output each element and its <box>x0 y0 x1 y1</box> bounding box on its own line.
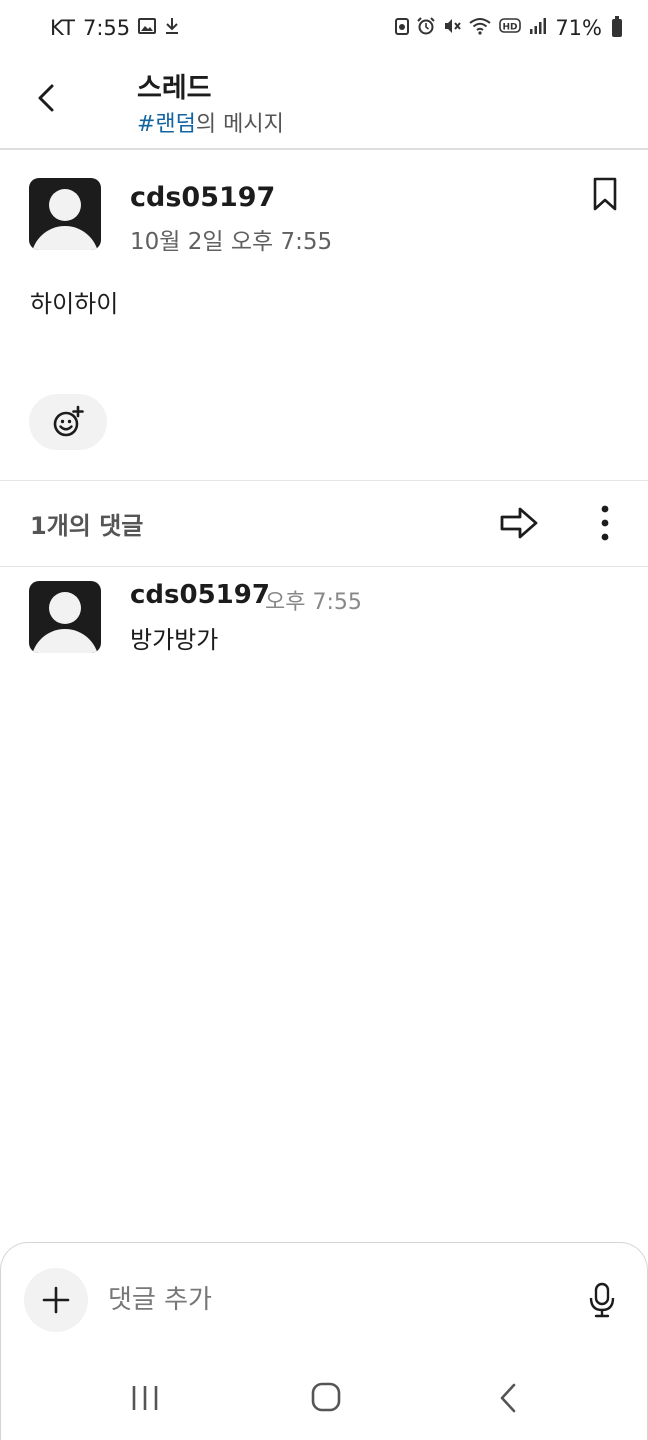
bookmark-button[interactable] <box>590 176 620 212</box>
back-arrow-icon <box>38 84 54 112</box>
system-back-button[interactable] <box>496 1382 520 1414</box>
message-body: 하이하이 <box>30 290 119 318</box>
add-reaction-icon <box>53 405 84 437</box>
signal-icon <box>529 17 547 40</box>
back-button[interactable] <box>28 78 68 118</box>
header-subtitle: #랜덤의 메시지 <box>137 106 284 138</box>
hd-voice-icon: HD <box>499 17 522 40</box>
share-button[interactable] <box>498 502 540 544</box>
microphone-icon <box>589 1282 615 1318</box>
message-timestamp: 10월 2일 오후 7:55 <box>130 229 333 255</box>
back-chevron-icon <box>500 1383 516 1413</box>
gallery-notification-icon <box>138 17 157 40</box>
avatar[interactable] <box>29 178 101 250</box>
battery-icon <box>612 16 622 37</box>
alarm-icon <box>417 16 436 40</box>
status-right: HD 71% <box>395 16 622 40</box>
divider <box>0 480 648 481</box>
wifi-icon <box>469 17 491 40</box>
reply-input[interactable] <box>108 1278 558 1322</box>
clock: 7:55 <box>82 16 131 40</box>
subtitle-suffix: 의 메시지 <box>195 112 284 137</box>
avatar[interactable] <box>29 581 101 653</box>
message-author[interactable]: cds05197 <box>130 182 275 213</box>
more-vertical-icon <box>601 505 609 541</box>
download-notification-icon <box>164 17 180 40</box>
bookmark-icon <box>593 177 617 211</box>
recent-apps-icon <box>132 1386 158 1410</box>
reply-body: 방가방가 <box>130 626 219 654</box>
status-left: KT 7:55 <box>50 16 180 40</box>
reply-timestamp: 오후 7:55 <box>265 590 362 615</box>
carrier-label: KT <box>50 16 75 40</box>
share-arrow-icon <box>500 507 538 539</box>
battery-percent: 71% <box>555 16 602 40</box>
status-bar: KT 7:55 HD 71% <box>0 0 648 60</box>
more-options-button[interactable] <box>590 502 620 544</box>
mute-icon <box>443 17 462 40</box>
divider <box>0 566 648 567</box>
replies-count: 1개의 댓글 <box>30 512 144 540</box>
channel-link[interactable]: #랜덤 <box>137 112 196 137</box>
home-icon <box>311 1382 341 1412</box>
add-reaction-button[interactable] <box>29 394 107 450</box>
reply-author[interactable]: cds05197 <box>130 580 270 610</box>
page-title: 스레드 <box>137 73 212 104</box>
add-attachment-button[interactable] <box>24 1268 88 1332</box>
recent-apps-button[interactable] <box>130 1384 160 1412</box>
home-button[interactable] <box>311 1382 341 1412</box>
system-navigation-bar <box>0 1360 648 1440</box>
voice-input-button[interactable] <box>586 1282 618 1318</box>
thread-header: 스레드 #랜덤의 메시지 <box>0 60 648 150</box>
plus-icon <box>42 1286 70 1314</box>
battery-saver-icon <box>395 17 410 40</box>
svg-text:HD: HD <box>503 22 518 32</box>
